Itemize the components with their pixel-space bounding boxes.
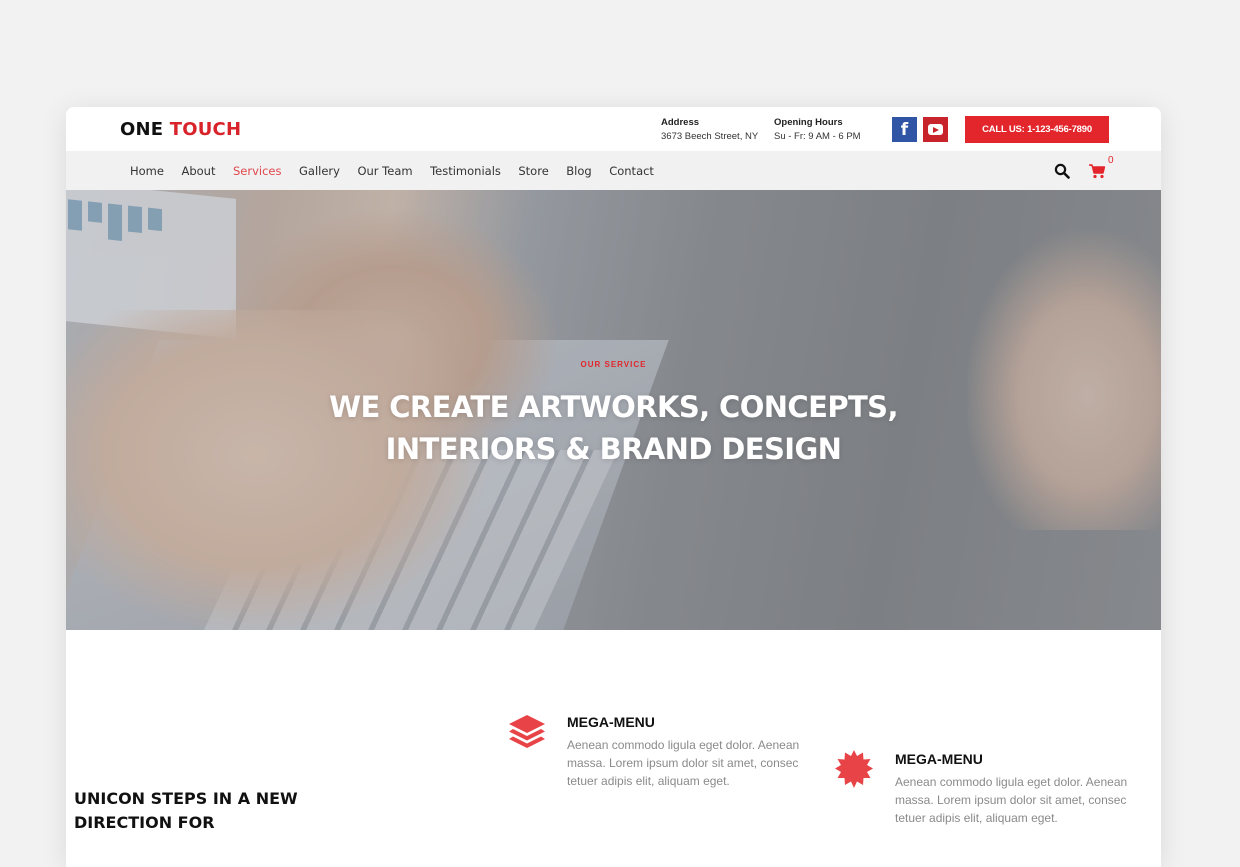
nav-contact[interactable]: Contact — [609, 164, 654, 178]
badge-icon — [835, 750, 873, 788]
feature-text: Aenean commodo ligula eget dolor. Aenean… — [895, 775, 1128, 825]
hours-value: Su - Fr: 9 AM - 6 PM — [774, 131, 861, 142]
nav-services[interactable]: Services — [233, 164, 282, 178]
address-info: Address 3673 Beech Street, NY — [661, 116, 758, 144]
hero-title-line1: WE CREATE ARTWORKS, CONCEPTS, — [329, 390, 898, 424]
cart-count-badge: 0 — [1108, 155, 1114, 166]
hero-eyebrow: OUR SERVICE — [580, 360, 647, 369]
main-nav: Home About Services Gallery Our Team Tes… — [130, 151, 671, 190]
facebook-icon: f — [900, 119, 909, 140]
browser-page: ONE TOUCH Address 3673 Beech Street, NY … — [66, 107, 1161, 867]
search-icon[interactable] — [1054, 163, 1070, 179]
hero-banner: OUR SERVICE WE CREATE ARTWORKS, CONCEPTS… — [66, 190, 1161, 630]
services-section: UNICON STEPS IN A NEW DIRECTION FOR MEGA… — [66, 630, 1161, 867]
nav-testimonials[interactable]: Testimonials — [430, 164, 501, 178]
nav-blog[interactable]: Blog — [566, 164, 591, 178]
feature-title: MEGA-MENU — [567, 714, 655, 730]
hours-info: Opening Hours Su - Fr: 9 AM - 6 PM — [774, 116, 861, 144]
facebook-link[interactable]: f — [892, 117, 917, 142]
hero-title-line2: INTERIORS & BRAND DESIGN — [385, 432, 842, 466]
hero-title: WE CREATE ARTWORKS, CONCEPTS, INTERIORS … — [66, 386, 1161, 470]
call-us-button[interactable]: CALL US: 1-123-456-7890 — [965, 116, 1109, 143]
hours-title: Opening Hours — [774, 117, 843, 128]
top-header: ONE TOUCH Address 3673 Beech Street, NY … — [66, 107, 1161, 151]
youtube-icon — [928, 124, 943, 135]
nav-store[interactable]: Store — [518, 164, 548, 178]
logo-part2: TOUCH — [169, 119, 242, 140]
navbar: Home About Services Gallery Our Team Tes… — [66, 151, 1161, 190]
address-title: Address — [661, 117, 700, 128]
nav-gallery[interactable]: Gallery — [299, 164, 340, 178]
layers-icon — [509, 715, 545, 748]
feature-text: Aenean commodo ligula eget dolor. Aenean… — [567, 738, 800, 788]
youtube-link[interactable] — [923, 117, 948, 142]
cart-icon[interactable] — [1088, 162, 1106, 180]
section-heading: UNICON STEPS IN A NEW DIRECTION FOR — [74, 789, 298, 832]
address-value: 3673 Beech Street, NY — [661, 131, 759, 142]
logo-part1: ONE — [120, 119, 164, 140]
nav-home[interactable]: Home — [130, 164, 164, 178]
nav-about[interactable]: About — [181, 164, 215, 178]
logo[interactable]: ONE TOUCH — [120, 119, 241, 140]
feature-title: MEGA-MENU — [895, 751, 983, 767]
nav-our-team[interactable]: Our Team — [357, 164, 412, 178]
